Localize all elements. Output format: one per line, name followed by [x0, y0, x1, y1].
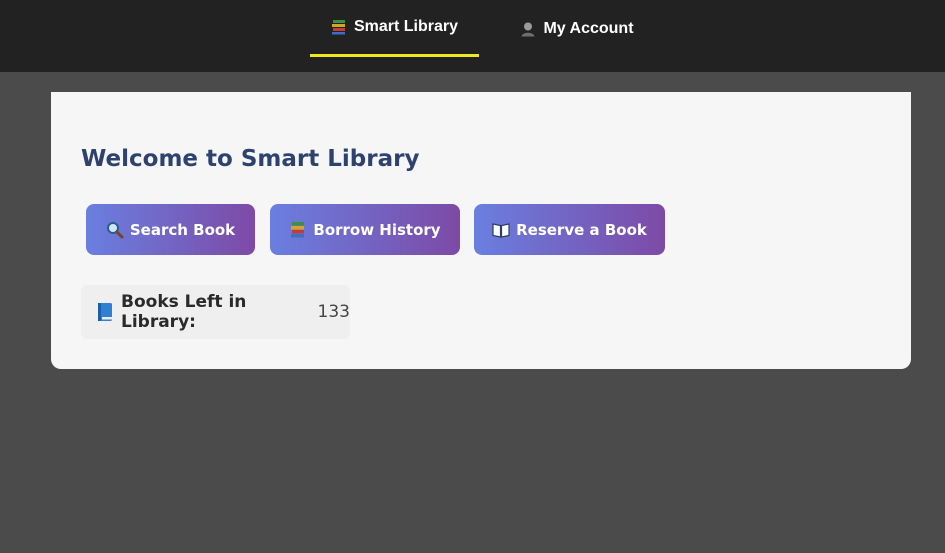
open-book-icon [492, 221, 510, 239]
nav-tab-my-account[interactable]: My Account [502, 0, 652, 57]
magnifier-icon [106, 221, 124, 239]
search-book-label: Search Book [129, 220, 236, 239]
books-icon [289, 221, 307, 239]
books-left-value: 133 [317, 302, 350, 322]
nav-tab-label: Smart Library [353, 18, 459, 35]
nav-tab-smart-library[interactable]: Smart Library [310, 0, 479, 57]
nav-tab-label: My Account [543, 19, 634, 37]
top-nav-bar: Smart Library My Account [0, 0, 945, 72]
reserve-book-button[interactable]: Reserve a Book [474, 204, 665, 255]
search-book-button[interactable]: Search Book [86, 204, 255, 255]
borrow-history-label: Borrow History [313, 220, 441, 239]
blue-book-icon [95, 302, 115, 322]
user-icon [520, 21, 536, 37]
books-left-stat: Books Left in Library: 133 [81, 285, 350, 339]
main-card: Welcome to Smart Library Search Book Bor… [51, 92, 911, 369]
borrow-history-button[interactable]: Borrow History [270, 204, 460, 255]
reserve-book-label: Reserve a Book [516, 220, 647, 239]
books-icon [331, 19, 347, 35]
page-title: Welcome to Smart Library [81, 146, 420, 172]
books-left-label: Books Left in Library: [121, 292, 247, 332]
